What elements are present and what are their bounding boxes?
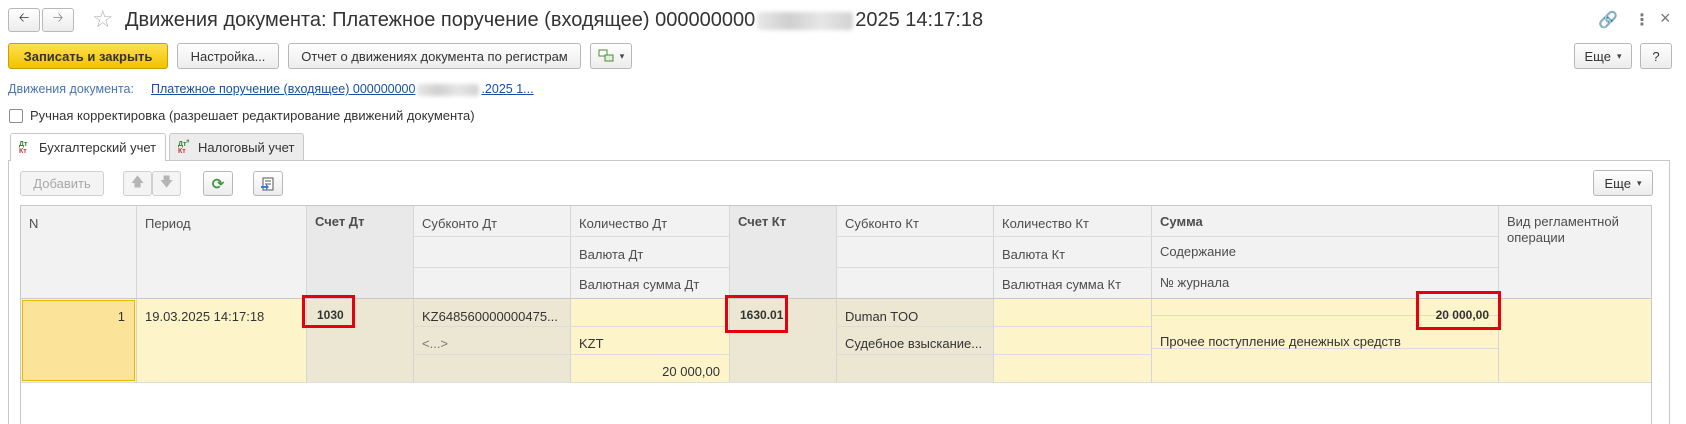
arrow-up-icon: 🡅 xyxy=(130,173,145,189)
arrow-down-icon: 🡇 xyxy=(159,173,174,189)
close-icon[interactable]: × xyxy=(1660,8,1671,29)
document-link[interactable]: Платежное поручение (входящее) 000000000… xyxy=(151,82,534,96)
header-schet-kt[interactable]: Счет Кт xyxy=(730,210,794,233)
link-icon[interactable]: 🔗 xyxy=(1598,10,1618,30)
header-kol-kt[interactable]: Количество Кт xyxy=(994,212,1097,235)
header-period[interactable]: Период xyxy=(137,212,199,235)
more-button[interactable]: Еще ▾ xyxy=(1574,43,1632,69)
row-divider xyxy=(413,267,729,268)
header-vid-operation[interactable]: Вид регламентной операции xyxy=(1499,210,1649,250)
arrow-right-icon: 🡢 xyxy=(52,10,64,25)
header-val-kt[interactable]: Валюта Кт xyxy=(994,243,1073,266)
refresh-icon: ⟳ xyxy=(211,175,225,193)
save-and-close-button[interactable]: Записать и закрыть xyxy=(8,43,168,69)
chevron-down-icon: ▾ xyxy=(619,50,625,61)
header-valsum-dt[interactable]: Валютная сумма Дт xyxy=(571,273,707,296)
more-label: Еще xyxy=(1584,48,1611,64)
add-row-label: Добавить xyxy=(33,176,91,191)
header-valsum-kt[interactable]: Валютная сумма Кт xyxy=(994,273,1129,296)
dtn-kt-icon: Дтн Кт xyxy=(178,138,190,156)
header-bottom-line xyxy=(21,298,1651,299)
cell-subkonto-dt-2[interactable]: <...> xyxy=(414,332,456,355)
menu-dots-icon[interactable]: ⋮ xyxy=(1634,10,1650,30)
forward-button[interactable]: 🡢 xyxy=(42,8,74,32)
structure-icon xyxy=(598,49,614,62)
cell-valsum-dt[interactable]: 20 000,00 xyxy=(571,360,728,383)
cell-period[interactable]: 19.03.2025 14:17:18 xyxy=(137,305,272,328)
help-button[interactable]: ? xyxy=(1640,43,1672,69)
tab-tax[interactable]: Дтн Кт Налоговый учет xyxy=(169,133,305,160)
row-end-line xyxy=(21,382,1651,383)
movements-report-label: Отчет о движениях документа по регистрам xyxy=(301,48,568,64)
row-divider xyxy=(836,236,1498,237)
settings-button[interactable]: Настройка... xyxy=(177,43,279,69)
document-link-prefix: Платежное поручение (входящее) 000000000 xyxy=(151,82,416,96)
movements-table: N Период Счет Дт Субконто Дт Количество … xyxy=(20,205,1652,424)
row-divider xyxy=(836,267,1498,268)
back-button[interactable]: 🡠 xyxy=(8,8,40,32)
cell-val-dt[interactable]: KZT xyxy=(571,332,612,355)
arrow-left-icon: 🡠 xyxy=(18,10,30,25)
redacted-date xyxy=(417,83,480,96)
move-up-button[interactable]: 🡅 xyxy=(123,171,152,196)
highlight-schet-kt xyxy=(725,295,788,333)
export-icon xyxy=(261,177,274,190)
header-soderzhanie[interactable]: Содержание xyxy=(1152,240,1244,263)
header-journal[interactable]: № журнала xyxy=(1152,271,1237,294)
cell-subkonto-dt-1[interactable]: KZ648560000000475... xyxy=(414,305,569,328)
export-button[interactable] xyxy=(253,171,283,196)
tab-accounting-label: Бухгалтерский учет xyxy=(39,140,157,155)
grid-more-button[interactable]: Еще ▾ xyxy=(1593,170,1653,196)
chevron-down-icon: ▾ xyxy=(1636,177,1642,188)
manual-correction-label: Ручная корректировка (разрешает редактир… xyxy=(30,108,475,123)
document-link-suffix: .2025 1... xyxy=(481,82,534,96)
header-val-dt[interactable]: Валюта Дт xyxy=(571,243,651,266)
header-summa[interactable]: Сумма xyxy=(1152,210,1211,233)
add-row-button[interactable]: Добавить xyxy=(20,171,104,196)
window-title: Движения документа: Платежное поручение … xyxy=(125,9,983,32)
settings-label: Настройка... xyxy=(190,48,266,64)
highlight-schet-dt xyxy=(302,295,355,328)
help-label: ? xyxy=(1652,48,1660,64)
chevron-down-icon: ▾ xyxy=(1616,50,1622,61)
tab-accounting[interactable]: Дт Кт Бухгалтерский учет xyxy=(10,133,167,161)
grid-more-label: Еще xyxy=(1604,175,1631,191)
structure-dropdown-button[interactable]: ▾ xyxy=(590,43,632,69)
row-divider xyxy=(413,236,729,237)
document-movements-label: Движения документа: xyxy=(8,82,134,96)
window-title-prefix: Движения документа: Платежное поручение … xyxy=(125,9,756,31)
save-and-close-label: Записать и закрыть xyxy=(23,48,153,64)
move-down-button[interactable]: 🡇 xyxy=(152,171,181,196)
header-subkonto-dt[interactable]: Субконто Дт xyxy=(414,212,505,235)
refresh-button[interactable]: ⟳ xyxy=(203,171,233,196)
highlight-summa xyxy=(1416,291,1501,330)
cell-n[interactable]: 1 xyxy=(23,305,133,328)
cell-subkonto-kt-1[interactable]: Duman TOO xyxy=(837,305,926,328)
movements-report-button[interactable]: Отчет о движениях документа по регистрам xyxy=(288,43,581,69)
window-title-suffix: 2025 14:17:18 xyxy=(855,9,984,31)
header-schet-dt[interactable]: Счет Дт xyxy=(307,210,372,233)
cell-soderzhanie[interactable]: Прочее поступление денежных средств xyxy=(1152,330,1497,353)
dt-kt-icon: Дт Кт xyxy=(19,140,28,155)
header-kol-dt[interactable]: Количество Дт xyxy=(571,212,675,235)
header-subkonto-kt[interactable]: Субконто Кт xyxy=(837,212,927,235)
cell-subkonto-kt-2[interactable]: Судебное взыскание... xyxy=(837,332,992,355)
redacted-date xyxy=(757,11,854,30)
manual-correction-checkbox[interactable] xyxy=(9,109,23,123)
star-icon[interactable]: ☆ xyxy=(92,5,114,34)
tab-tax-label: Налоговый учет xyxy=(198,139,295,155)
header-n[interactable]: N xyxy=(21,212,46,235)
